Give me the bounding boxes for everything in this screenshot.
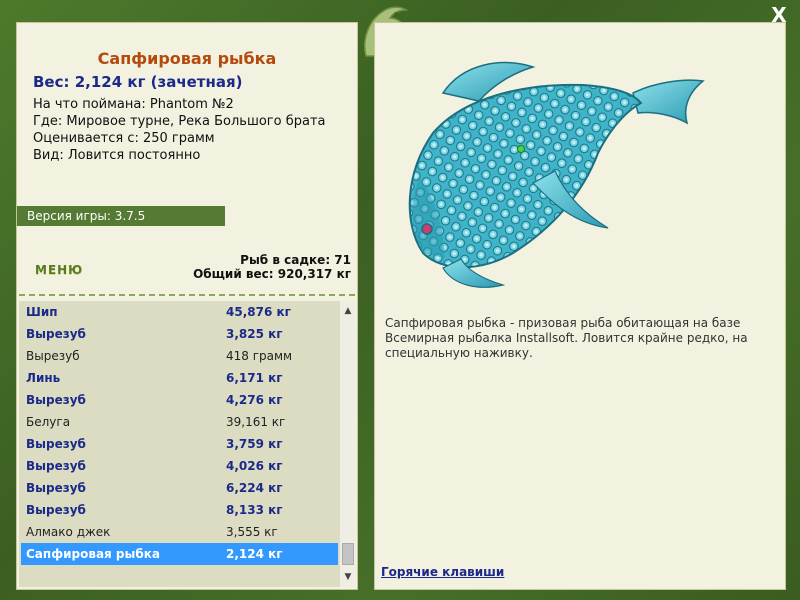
- catch-fish-name: Линь: [26, 371, 61, 385]
- catch-list[interactable]: Шип 45,876 кг Вырезуб 3,825 кг Вырезуб 418 гр…: [19, 301, 340, 587]
- fish-weight: Вес: 2,124 кг (зачетная): [33, 73, 243, 91]
- scroll-up-icon[interactable]: ▲: [340, 303, 356, 319]
- menu-button[interactable]: МЕНЮ: [35, 263, 83, 277]
- catch-fish-name: Вырезуб: [26, 459, 86, 473]
- game-version: Версия игры: 3.7.5: [17, 206, 225, 226]
- catch-fish-name: Белуга: [26, 415, 71, 429]
- sapphire-fish-image: [408, 61, 705, 288]
- catch-fish-name: Сапфировая рыбка: [26, 547, 160, 561]
- catch-row[interactable]: Линь 6,171 кг: [21, 367, 338, 389]
- catch-fish-weight: 39,161 кг: [226, 415, 286, 429]
- catch-fish-name: Вырезуб: [26, 327, 86, 341]
- caught-on-text: На что поймана: Phantom №2: [33, 97, 234, 112]
- fish-detail-panel: Сапфировая рыбка - призовая рыба обитающ…: [374, 22, 786, 590]
- catch-fish-name: Вырезуб: [26, 481, 86, 495]
- catch-row[interactable]: Белуга 39,161 кг: [21, 411, 338, 433]
- catch-fish-weight: 418 грамм: [226, 349, 293, 363]
- catch-fish-weight: 3,825 кг: [226, 327, 283, 341]
- catch-row[interactable]: Вырезуб 3,825 кг: [21, 323, 338, 345]
- catch-list-scrollbar[interactable]: ▲ ▼: [340, 301, 356, 587]
- valued-from-text: Оценивается с: 250 грамм: [33, 131, 215, 146]
- scrollbar-thumb[interactable]: [342, 543, 354, 565]
- catch-row[interactable]: Вырезуб 418 грамм: [21, 345, 338, 367]
- catch-fish-name: Шип: [26, 305, 58, 319]
- catch-fish-weight: 2,124 кг: [226, 547, 283, 561]
- fish-count: Рыб в садке: 71: [240, 253, 351, 267]
- catch-fish-name: Вырезуб: [26, 349, 80, 363]
- catch-fish-weight: 6,224 кг: [226, 481, 283, 495]
- scroll-down-icon[interactable]: ▼: [340, 569, 356, 585]
- catch-fish-weight: 3,555 кг: [226, 525, 278, 539]
- catch-fish-weight: 6,171 кг: [226, 371, 283, 385]
- fish-description: Сапфировая рыбка - призовая рыба обитающ…: [385, 316, 748, 360]
- catch-row[interactable]: Вырезуб 4,276 кг: [21, 389, 338, 411]
- kind-text: Вид: Ловится постоянно: [33, 148, 201, 163]
- catch-fish-weight: 4,026 кг: [226, 459, 283, 473]
- net-stats: Рыб в садке: 71 Общий вес: 920,317 кг: [193, 253, 351, 281]
- catch-fish-weight: 45,876 кг: [226, 305, 291, 319]
- fish-title: Сапфировая рыбка: [97, 49, 277, 68]
- catch-fish-name: Алмако джек: [26, 525, 111, 539]
- catch-fish-name: Вырезуб: [26, 503, 86, 517]
- catch-row-selected[interactable]: Сапфировая рыбка 2,124 кг: [21, 543, 338, 565]
- catch-row[interactable]: Вырезуб 6,224 кг: [21, 477, 338, 499]
- catch-fish-weight: 4,276 кг: [226, 393, 283, 407]
- catch-row[interactable]: Вырезуб 8,133 кг: [21, 499, 338, 521]
- catch-fish-name: Вырезуб: [26, 437, 86, 451]
- fish-info-panel: Сапфировая рыбка Вес: 2,124 кг (зачетная…: [16, 22, 358, 590]
- catch-fish-weight: 3,759 кг: [226, 437, 283, 451]
- catch-row[interactable]: Алмако джек 3,555 кг: [21, 521, 338, 543]
- catch-fish-weight: 8,133 кг: [226, 503, 283, 517]
- catch-row[interactable]: Шип 45,876 кг: [21, 301, 338, 323]
- catch-row[interactable]: Вырезуб 3,759 кг: [21, 433, 338, 455]
- location-text: Где: Мировое турне, Река Большого брата: [33, 114, 326, 129]
- divider: [19, 294, 355, 296]
- total-weight: Общий вес: 920,317 кг: [193, 267, 351, 281]
- catch-fish-name: Вырезуб: [26, 393, 86, 407]
- hotkeys-link[interactable]: Горячие клавиши: [381, 565, 504, 579]
- catch-row[interactable]: Вырезуб 4,026 кг: [21, 455, 338, 477]
